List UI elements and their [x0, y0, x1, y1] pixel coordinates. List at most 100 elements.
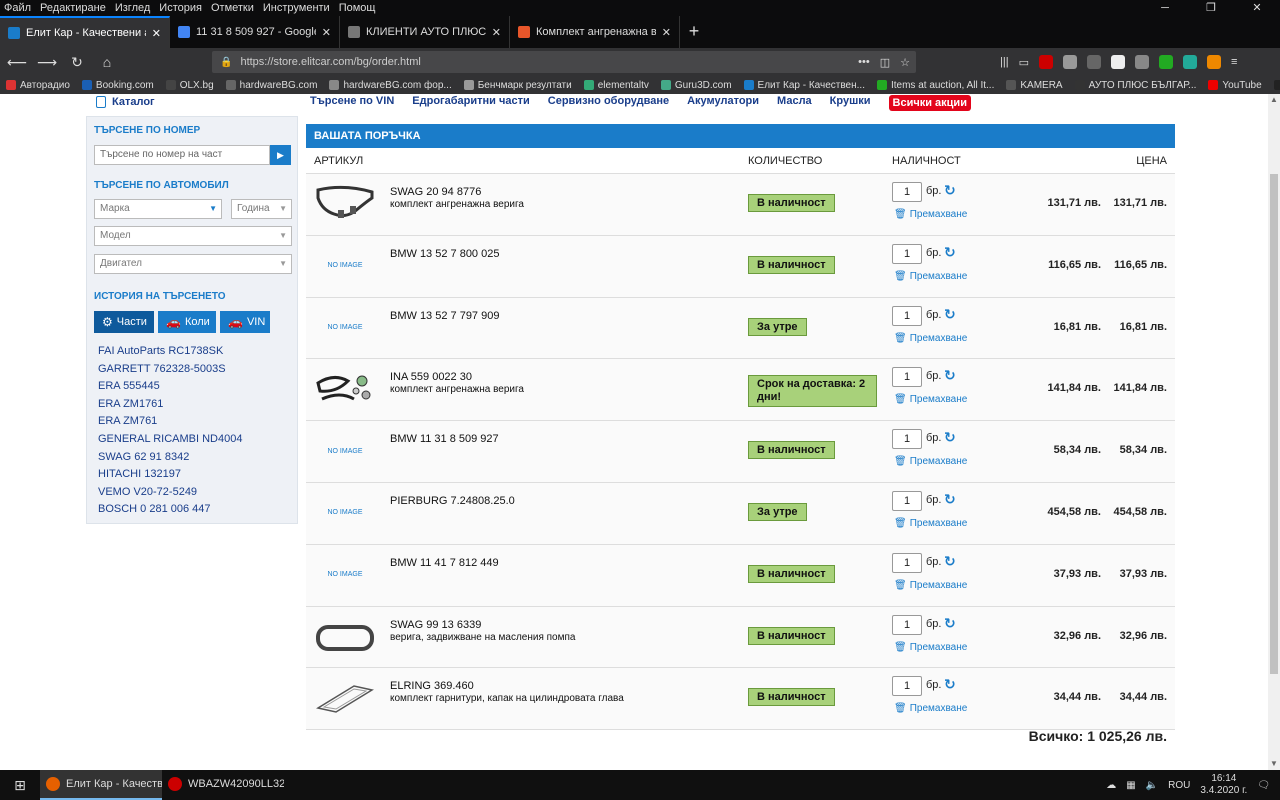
addon-icon[interactable]: [1182, 55, 1197, 69]
remove-button[interactable]: 🗑 Премахване: [894, 333, 967, 344]
page-scrollbar[interactable]: ▲ ▼: [1268, 94, 1280, 770]
bookmark-item[interactable]: hardwareBG.com фор...: [329, 80, 452, 91]
scroll-up-icon[interactable]: ▲: [1268, 94, 1280, 106]
browser-tab[interactable]: Елит Кар - Качествени авточа ✕: [0, 16, 170, 48]
remove-button[interactable]: 🗑 Премахване: [894, 456, 967, 467]
remove-button[interactable]: 🗑 Премахване: [894, 209, 967, 220]
container-icon[interactable]: [1134, 55, 1149, 69]
engine-select[interactable]: Двигател ▼: [94, 254, 292, 274]
refresh-icon[interactable]: ↻: [944, 367, 956, 384]
bookmark-item[interactable]: Booking.com: [81, 80, 154, 91]
article-name[interactable]: BMW 11 31 8 509 927: [390, 433, 499, 445]
library-icon[interactable]: |||: [1000, 56, 1009, 68]
history-item[interactable]: VEMO V20-72-5249: [98, 484, 242, 502]
close-tab-icon[interactable]: ✕: [322, 26, 331, 39]
clock[interactable]: 16:14 3.4.2020 г.: [1200, 773, 1247, 797]
bookmark-item[interactable]: KAMERA: [1006, 80, 1063, 91]
topnav-link[interactable]: Акумулатори: [687, 95, 759, 111]
topnav-link[interactable]: Търсене по VIN: [310, 95, 394, 111]
close-tab-icon[interactable]: ✕: [152, 27, 161, 40]
bookmark-item[interactable]: АУТО ПЛЮС БЪЛГАР...: [1074, 80, 1196, 91]
topnav-link[interactable]: Сервизно оборудване: [548, 95, 669, 111]
close-tab-icon[interactable]: ✕: [492, 26, 501, 39]
bookmark-item[interactable]: Items at auction, All It...: [876, 80, 994, 91]
history-item[interactable]: HITACHI 132197: [98, 466, 242, 484]
all-promotions-button[interactable]: Всички акции: [888, 95, 971, 111]
catalog-link[interactable]: Каталог: [96, 96, 155, 108]
quantity-input[interactable]: 1: [892, 490, 922, 511]
close-icon[interactable]: ✕: [1234, 0, 1280, 16]
scroll-thumb[interactable]: [1270, 174, 1278, 674]
remove-button[interactable]: 🗑 Премахване: [894, 703, 967, 714]
article-name[interactable]: BMW 13 52 7 797 909: [390, 310, 499, 322]
menu-item[interactable]: Помощ: [339, 2, 376, 14]
screenshot-icon[interactable]: [1086, 55, 1101, 69]
history-item[interactable]: SWAG 62 91 8342: [98, 449, 242, 467]
quantity-input[interactable]: 1: [892, 305, 922, 326]
product-image[interactable]: NO IMAGE: [314, 427, 376, 475]
sidebar-icon[interactable]: ▭: [1019, 56, 1029, 69]
bookmark-item[interactable]: Guru3D.com: [660, 80, 732, 91]
history-item[interactable]: GARRETT 762328-5003S: [98, 361, 242, 379]
remove-button[interactable]: 🗑 Премахване: [894, 642, 967, 653]
bookmark-item[interactable]: OLX.bg: [165, 80, 214, 91]
article-name[interactable]: SWAG 99 13 6339: [390, 619, 575, 631]
article-name[interactable]: INA 559 0022 30: [390, 371, 524, 383]
refresh-icon[interactable]: ↻: [944, 553, 956, 570]
taskbar-task[interactable]: WBAZW42090LL32...: [162, 770, 284, 800]
home-icon[interactable]: ⌂: [94, 49, 120, 75]
taskbar-task[interactable]: Елит Кар - Качеств...: [40, 770, 162, 800]
tab-cars[interactable]: 🚗 Коли: [158, 311, 216, 333]
menu-item[interactable]: Инструменти: [263, 2, 330, 14]
quantity-input[interactable]: 1: [892, 367, 922, 388]
notifications-icon[interactable]: 🗨: [1257, 780, 1270, 791]
bold-icon[interactable]: [1110, 55, 1125, 69]
menu-item[interactable]: Файл: [4, 2, 31, 14]
new-tab-icon[interactable]: +: [680, 16, 708, 48]
network-icon[interactable]: ▦: [1126, 780, 1135, 791]
remove-button[interactable]: 🗑 Премахване: [894, 271, 967, 282]
topnav-link[interactable]: Едрогабаритни части: [412, 95, 529, 111]
close-tab-icon[interactable]: ✕: [662, 26, 671, 39]
adblock-icon[interactable]: [1038, 55, 1053, 69]
product-image[interactable]: NO IMAGE: [314, 489, 376, 537]
product-image[interactable]: [314, 674, 376, 722]
menu-item[interactable]: Изглед: [115, 2, 150, 14]
browser-tab[interactable]: Комплект ангренажна верига ✕: [510, 16, 680, 48]
refresh-icon[interactable]: ↻: [944, 429, 956, 446]
browser-tab[interactable]: КЛИЕНТИ АУТО ПЛЮС | ката ✕: [340, 16, 510, 48]
minimize-icon[interactable]: ─: [1142, 0, 1188, 16]
bookmark-star-icon[interactable]: ☆: [900, 56, 910, 69]
refresh-icon[interactable]: ↻: [944, 676, 956, 693]
article-name[interactable]: BMW 13 52 7 800 025: [390, 248, 499, 260]
part-number-input[interactable]: Търсене по номер на част: [94, 145, 270, 165]
remove-button[interactable]: 🗑 Премахване: [894, 580, 967, 591]
bookmark-item[interactable]: YouTube: [1208, 80, 1262, 91]
refresh-icon[interactable]: ↻: [944, 306, 956, 323]
make-select[interactable]: Марка ▼: [94, 199, 222, 219]
remove-button[interactable]: 🗑 Премахване: [894, 394, 967, 405]
history-item[interactable]: FAI AutoParts RC1738SK: [98, 343, 242, 361]
quantity-input[interactable]: 1: [892, 552, 922, 573]
product-image[interactable]: [314, 180, 376, 228]
article-name[interactable]: BMW 11 41 7 812 449: [390, 557, 499, 569]
refresh-icon[interactable]: ↻: [944, 244, 956, 261]
forward-icon[interactable]: ⟶: [34, 49, 60, 75]
product-image[interactable]: NO IMAGE: [314, 551, 376, 599]
windows-start-icon[interactable]: ⊞: [0, 777, 40, 794]
history-item[interactable]: BOSCH 0 281 006 447: [98, 501, 242, 519]
restore-icon[interactable]: ❐: [1188, 0, 1234, 16]
quantity-input[interactable]: 1: [892, 243, 922, 264]
article-name[interactable]: PIERBURG 7.24808.25.0: [390, 495, 515, 507]
history-item[interactable]: ERA ZM1761: [98, 396, 242, 414]
history-item[interactable]: GENERAL RICAMBI ND4004: [98, 431, 242, 449]
browser-tab[interactable]: 11 31 8 509 927 - Google Търсе ✕: [170, 16, 340, 48]
bookmark-item[interactable]: elementaltv: [583, 80, 649, 91]
bookmark-item[interactable]: Елит Кар - Качествен...: [743, 80, 865, 91]
reload-icon[interactable]: ↻: [64, 49, 90, 75]
extension-icon[interactable]: [1062, 55, 1077, 69]
history-item[interactable]: ERA 555445: [98, 378, 242, 396]
search-go-button[interactable]: ▶: [270, 145, 291, 165]
quantity-input[interactable]: 1: [892, 429, 922, 450]
history-item[interactable]: ERA ZM761: [98, 413, 242, 431]
